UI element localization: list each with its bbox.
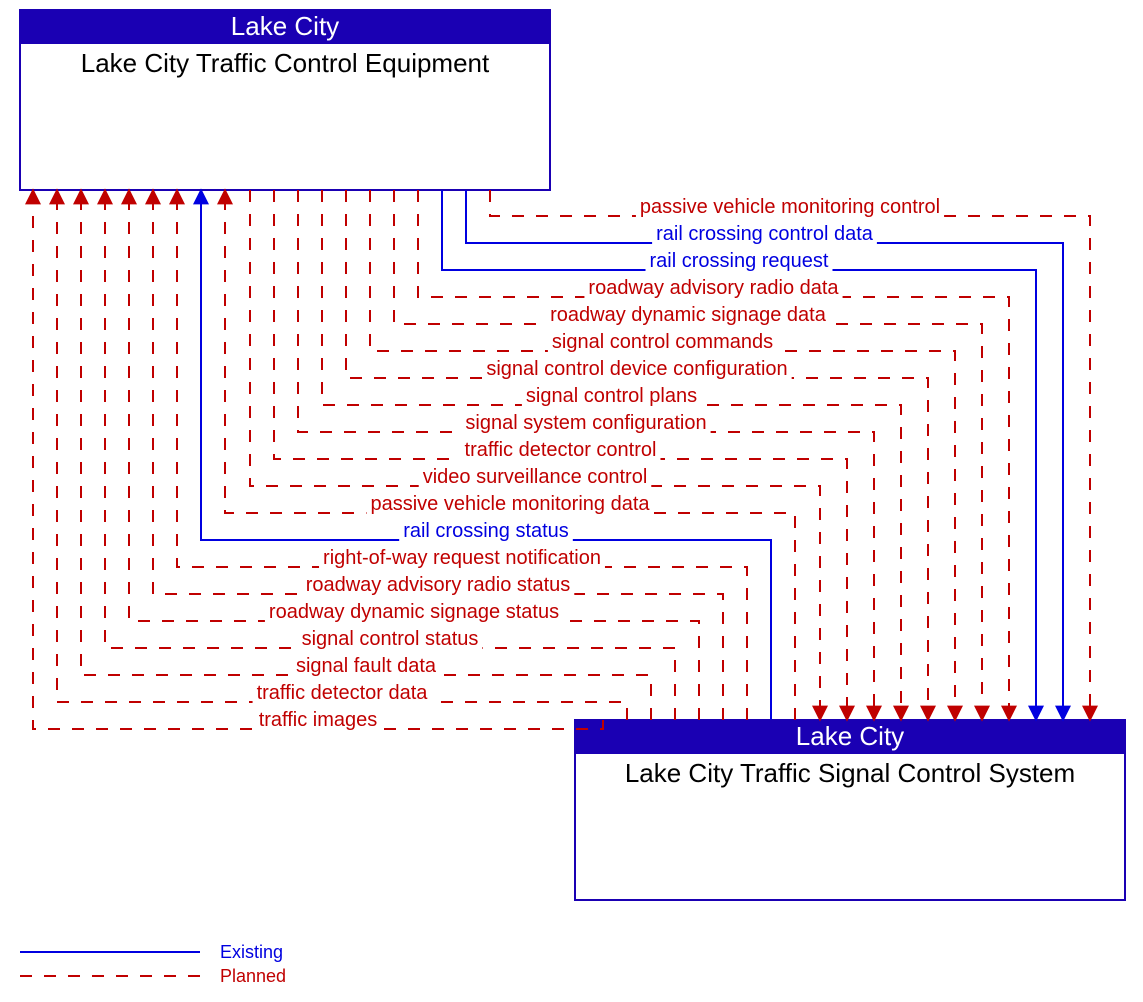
flow-label: rail crossing request (650, 250, 829, 272)
flow-label: signal control commands (552, 331, 773, 353)
bottom-entity-header: Lake City (796, 721, 904, 751)
flow-label: passive vehicle monitoring data (370, 493, 650, 515)
legend: Existing Planned (20, 942, 286, 986)
flow-label: signal control plans (526, 385, 697, 407)
flow-label: traffic images (259, 709, 378, 731)
legend-planned-label: Planned (220, 966, 286, 986)
flow-label: traffic detector control (465, 439, 657, 461)
flow-label: roadway advisory radio status (306, 574, 571, 596)
flow-label: traffic detector data (257, 682, 429, 704)
flow-label: video surveillance control (423, 466, 648, 488)
flow-label: roadway dynamic signage status (269, 601, 559, 623)
flow-label: roadway advisory radio data (588, 277, 839, 299)
legend-existing-label: Existing (220, 942, 283, 962)
bottom-entity-body: Lake City Traffic Signal Control System (625, 758, 1075, 788)
flow-label: rail crossing control data (656, 223, 874, 245)
flow-label: signal control status (302, 628, 479, 650)
bottom-entity-box: Lake City Lake City Traffic Signal Contr… (575, 720, 1125, 900)
top-entity-body: Lake City Traffic Control Equipment (81, 48, 490, 78)
flow-label: passive vehicle monitoring control (640, 196, 940, 218)
flow-label: signal fault data (296, 655, 437, 677)
flow-label: rail crossing status (403, 520, 569, 542)
top-entity-header: Lake City (231, 11, 339, 41)
flow-label: roadway dynamic signage data (550, 304, 827, 326)
top-entity-box: Lake City Lake City Traffic Control Equi… (20, 10, 550, 190)
flow-label: signal control device configuration (486, 358, 787, 380)
flow-label: signal system configuration (465, 412, 706, 434)
flow-label: right-of-way request notification (323, 547, 601, 569)
